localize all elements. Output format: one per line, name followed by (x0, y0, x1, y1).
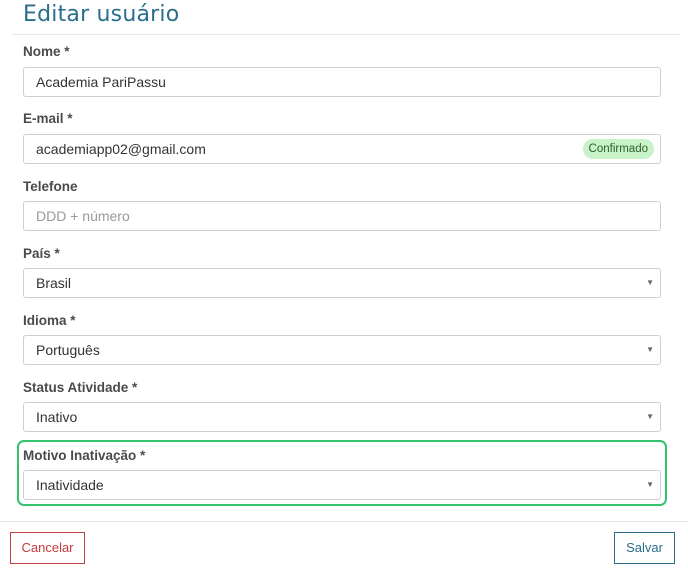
nome-label: Nome * (23, 44, 70, 59)
title-divider (12, 34, 680, 35)
page-title: Editar usuário (23, 2, 180, 27)
email-value: academiapp02@gmail.com (36, 141, 206, 157)
status-value: Inativo (36, 409, 78, 425)
email-input[interactable]: academiapp02@gmail.com Confirmado (23, 134, 661, 164)
idioma-group: Idioma * Português ▼ (23, 311, 661, 365)
telefone-input[interactable]: DDD + número (23, 201, 661, 231)
pais-label: País * (23, 246, 60, 261)
email-group: E-mail * academiapp02@gmail.com Confirma… (23, 109, 661, 164)
telefone-label: Telefone (23, 179, 78, 194)
pais-group: País * Brasil ▼ (23, 244, 661, 298)
pais-select[interactable]: Brasil ▼ (23, 268, 661, 298)
confirmed-badge: Confirmado (582, 139, 654, 159)
telefone-group: Telefone DDD + número (23, 177, 661, 231)
nome-group: Nome * Academia PariPassu (23, 42, 661, 97)
motivo-group: Motivo Inativação * Inatividade ▼ (23, 446, 661, 500)
idioma-value: Português (36, 342, 100, 358)
chevron-down-icon: ▼ (646, 412, 654, 421)
footer-divider (0, 521, 688, 522)
email-label: E-mail * (23, 111, 73, 126)
pais-value: Brasil (36, 275, 72, 291)
idioma-select[interactable]: Português ▼ (23, 335, 661, 365)
motivo-value: Inatividade (36, 477, 104, 493)
status-label: Status Atividade * (23, 380, 138, 395)
save-button[interactable]: Salvar (614, 532, 675, 564)
chevron-down-icon: ▼ (646, 480, 654, 489)
idioma-label: Idioma * (23, 313, 76, 328)
motivo-select[interactable]: Inatividade ▼ (23, 470, 661, 500)
motivo-label: Motivo Inativação * (23, 448, 146, 463)
status-group: Status Atividade * Inativo ▼ (23, 378, 661, 432)
status-select[interactable]: Inativo ▼ (23, 402, 661, 432)
chevron-down-icon: ▼ (646, 345, 654, 354)
nome-input[interactable]: Academia PariPassu (23, 67, 661, 97)
chevron-down-icon: ▼ (646, 278, 654, 287)
cancel-button[interactable]: Cancelar (10, 532, 85, 564)
